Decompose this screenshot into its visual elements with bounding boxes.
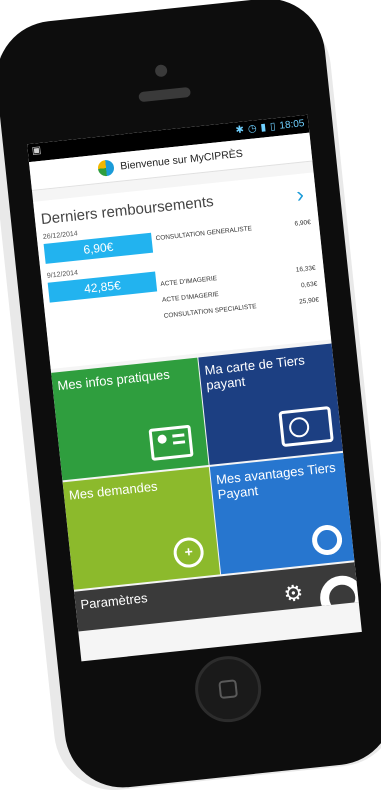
remb-line-amount: 25,90€ bbox=[298, 296, 320, 306]
remb-line-label: CONSULTATION SPECIALISTE bbox=[163, 303, 257, 320]
tile-label: Mes infos pratiques bbox=[56, 366, 171, 394]
speaker-icon bbox=[138, 86, 192, 103]
remb-line: CONSULTATION GENERALISTE 6,90€ bbox=[155, 218, 314, 242]
remb-line-label: CONSULTATION GENERALISTE bbox=[155, 225, 253, 243]
remboursements-title: Derniers remboursements bbox=[40, 193, 215, 229]
cipres-logo-icon bbox=[97, 159, 116, 177]
card-icon bbox=[278, 405, 334, 448]
battery-icon: ▯ bbox=[269, 121, 277, 133]
tile-label: Ma carte de Tiers payant bbox=[203, 352, 306, 393]
notification-icon: ▣ bbox=[31, 144, 42, 157]
tile-avantages-tiers-payant[interactable]: Mes avantages Tiers Payant bbox=[209, 452, 355, 575]
remb-date: 9/12/2014 bbox=[46, 269, 79, 280]
remboursements-card[interactable]: Derniers remboursements › 26/12/2014 6,9… bbox=[33, 172, 332, 369]
tile-label: Mes demandes bbox=[68, 478, 159, 503]
id-card-icon bbox=[148, 424, 194, 461]
remb-date: 26/12/2014 bbox=[42, 230, 79, 242]
gear-icon: ⚙ bbox=[282, 579, 305, 607]
tile-mes-demandes[interactable]: Mes demandes + bbox=[62, 466, 221, 590]
camera-icon bbox=[154, 64, 168, 78]
remb-line-amount: 16,33€ bbox=[295, 264, 316, 274]
signal-icon: ▮ bbox=[260, 122, 267, 134]
gear-icon bbox=[318, 573, 359, 622]
home-square-icon bbox=[218, 679, 239, 700]
tile-label: Mes avantages Tiers Payant bbox=[215, 459, 337, 503]
bluetooth-icon: ✱ bbox=[235, 124, 245, 137]
medical-cross-icon: + bbox=[172, 536, 206, 570]
remb-line-label: ACTE D'IMAGERIE bbox=[161, 291, 220, 304]
remb-line-label: ACTE D'IMAGERIE bbox=[160, 275, 218, 288]
home-button[interactable] bbox=[191, 652, 265, 726]
tile-label: Paramètres bbox=[79, 590, 149, 613]
tile-carte-tiers-payant[interactable]: Ma carte de Tiers payant bbox=[198, 343, 343, 465]
app-screen: ▣ ✱ ◷ ▮ ▯ 18:05 Bienvenue sur MyCIPRÈS D… bbox=[27, 114, 362, 662]
alarm-icon: ◷ bbox=[247, 123, 258, 135]
chevron-right-icon[interactable]: › bbox=[295, 182, 305, 209]
stethoscope-icon bbox=[310, 523, 344, 557]
remb-line-amount: 6,90€ bbox=[294, 218, 312, 228]
tile-infos-pratiques[interactable]: Mes infos pratiques bbox=[51, 357, 209, 481]
remb-line: ACTE D'IMAGERIE 16,33€ bbox=[160, 264, 319, 288]
status-time: 18:05 bbox=[278, 118, 306, 132]
header-title: Bienvenue sur MyCIPRÈS bbox=[119, 147, 244, 173]
remb-line-amount: 0,63€ bbox=[300, 280, 318, 290]
